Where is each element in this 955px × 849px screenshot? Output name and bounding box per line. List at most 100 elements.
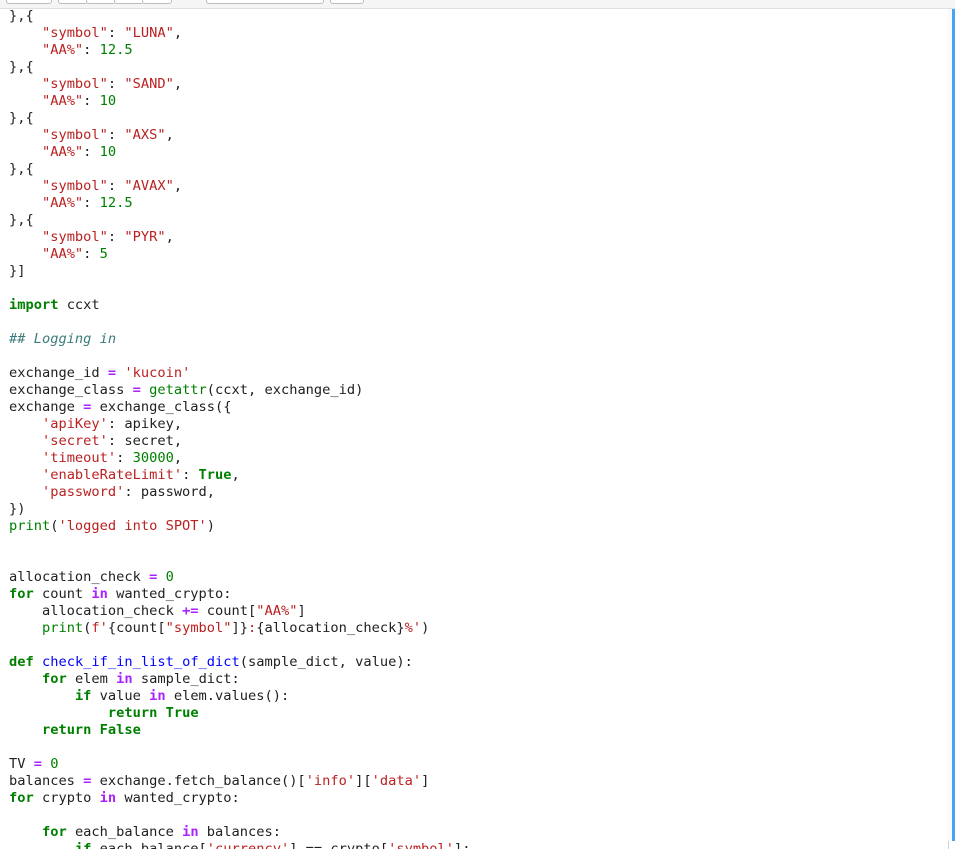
code-line[interactable]: return True — [9, 705, 471, 722]
code-token: for — [41, 824, 67, 840]
code-token: allocation_check — [9, 603, 183, 619]
code-token: if — [74, 688, 92, 704]
code-line[interactable]: def check_if_in_list_of_dict(sample_dict… — [9, 654, 471, 671]
code-token: ]} — [231, 620, 249, 636]
code-line[interactable]: for each_balance in balances: — [9, 824, 471, 841]
code-token: : secret, — [107, 433, 183, 449]
code-token: {count[ — [107, 620, 166, 636]
code-line[interactable]: },{ — [9, 161, 471, 178]
code-line[interactable]: ​ — [9, 348, 471, 365]
toolbar-button[interactable] — [6, 0, 52, 4]
code-token: elem — [66, 671, 117, 687]
code-line[interactable]: return False — [9, 722, 471, 739]
code-line[interactable]: print('logged into SPOT') — [9, 518, 471, 535]
code-line[interactable]: "symbol": "AXS", — [9, 127, 471, 144]
code-line[interactable]: },{ — [9, 110, 471, 127]
code-token: ) — [421, 620, 430, 636]
code-line[interactable]: ​ — [9, 637, 471, 654]
code-token: : — [83, 93, 100, 109]
code-line[interactable]: ​ — [9, 280, 471, 297]
toolbar-button[interactable] — [58, 0, 88, 4]
code-line[interactable]: "AA%": 5 — [9, 246, 471, 263]
code-line[interactable]: for elem in sample_dict: — [9, 671, 471, 688]
code-line[interactable]: 'enableRateLimit': True, — [9, 467, 471, 484]
cell-type-dropdown[interactable] — [206, 0, 324, 4]
code-token: wanted_crypto: — [107, 586, 232, 602]
code-line[interactable]: import ccxt — [9, 297, 471, 314]
code-line[interactable]: 'timeout': 30000, — [9, 450, 471, 467]
code-token: : — [107, 127, 125, 143]
code-token: 'password' — [41, 484, 125, 500]
code-line[interactable]: ​ — [9, 535, 471, 552]
code-token: "AA%" — [41, 144, 84, 160]
code-line[interactable]: "AA%": 10 — [9, 93, 471, 110]
toolbar-button[interactable] — [86, 0, 116, 4]
code-line[interactable]: TV = 0 — [9, 756, 471, 773]
code-token: "symbol" — [41, 25, 108, 41]
code-line[interactable]: },{ — [9, 212, 471, 229]
toolbar-button[interactable] — [114, 0, 144, 4]
code-editor[interactable]: },{ "symbol": "LUNA", "AA%": 12.5},{ "sy… — [9, 9, 471, 849]
command-palette-button[interactable] — [330, 0, 364, 4]
toolbar-button[interactable] — [142, 0, 172, 4]
code-line[interactable]: exchange_class = getattr(ccxt, exchange_… — [9, 382, 471, 399]
code-token: getattr — [149, 382, 207, 398]
code-line[interactable]: "AA%": 12.5 — [9, 42, 471, 59]
code-line[interactable]: 'apiKey': apikey, — [9, 416, 471, 433]
code-line[interactable]: 'password': password, — [9, 484, 471, 501]
code-line[interactable]: if value in elem.values(): — [9, 688, 471, 705]
code-line[interactable]: exchange = exchange_class({ — [9, 399, 471, 416]
code-cell[interactable]: },{ "symbol": "LUNA", "AA%": 12.5},{ "sy… — [0, 9, 949, 849]
code-line[interactable]: ​ — [9, 552, 471, 569]
code-token: += — [182, 603, 199, 619]
code-line[interactable]: ​ — [9, 314, 471, 331]
code-token: : — [83, 246, 100, 262]
code-token: 0 — [165, 569, 174, 585]
code-token: 'info' — [305, 773, 356, 789]
code-token: "symbol" — [41, 178, 108, 194]
code-line[interactable]: "AA%": 12.5 — [9, 195, 471, 212]
code-token: "AA%" — [41, 42, 84, 58]
code-line[interactable]: "symbol": "PYR", — [9, 229, 471, 246]
code-line[interactable]: allocation_check = 0 — [9, 569, 471, 586]
code-line[interactable]: ​ — [9, 807, 471, 824]
code-line[interactable]: "symbol": "SAND", — [9, 76, 471, 93]
code-line[interactable]: ## Logging in — [9, 331, 471, 348]
code-line[interactable]: "symbol": "AVAX", — [9, 178, 471, 195]
code-token: (ccxt, exchange_id) — [206, 382, 364, 398]
code-line[interactable]: exchange_id = 'kucoin' — [9, 365, 471, 382]
code-token: for — [9, 790, 34, 806]
code-line[interactable]: print(f'{count["symbol"]}:{allocation_ch… — [9, 620, 471, 637]
code-token: %' — [404, 620, 422, 636]
code-token: True — [198, 467, 232, 483]
code-line[interactable]: for count in wanted_crypto: — [9, 586, 471, 603]
code-line[interactable]: }] — [9, 263, 471, 280]
code-line[interactable]: if each_balance['currency'] == crypto['s… — [9, 841, 471, 849]
code-line[interactable]: 'secret': secret, — [9, 433, 471, 450]
code-line[interactable]: ​ — [9, 739, 471, 756]
code-token: },{ — [9, 9, 34, 24]
code-token: },{ — [9, 110, 34, 126]
code-token: , — [231, 467, 240, 483]
code-line[interactable]: "AA%": 10 — [9, 144, 471, 161]
code-line[interactable]: }) — [9, 501, 471, 518]
code-line[interactable]: },{ — [9, 59, 471, 76]
code-token: : — [182, 467, 199, 483]
code-line[interactable]: for crypto in wanted_crypto: — [9, 790, 471, 807]
code-token: each_balance — [66, 824, 183, 840]
code-line[interactable]: allocation_check += count["AA%"] — [9, 603, 471, 620]
code-line[interactable]: balances = exchange.fetch_balance()['inf… — [9, 773, 471, 790]
code-line[interactable]: },{ — [9, 9, 471, 25]
code-line[interactable]: "symbol": "LUNA", — [9, 25, 471, 42]
code-token: "AA%" — [256, 603, 298, 619]
